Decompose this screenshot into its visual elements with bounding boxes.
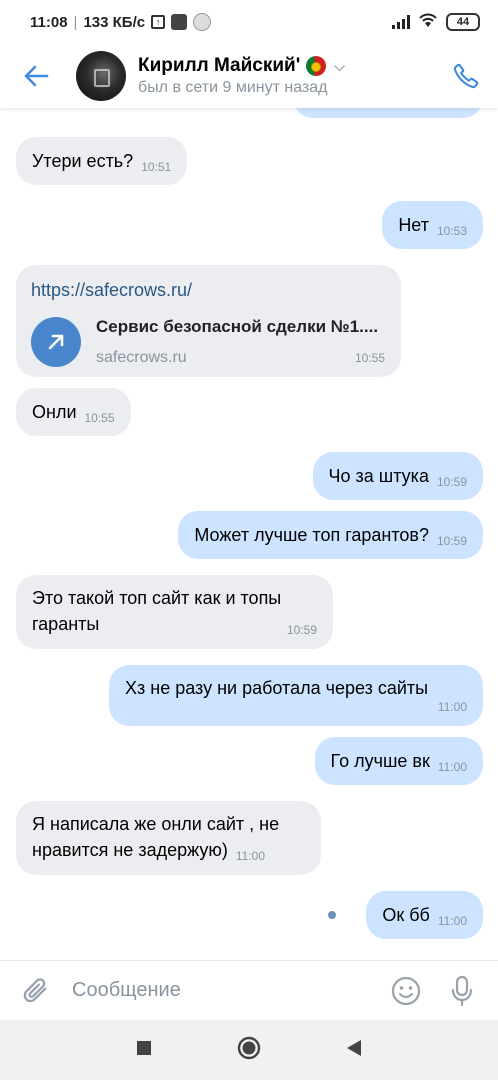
contact-name: Кирилл Майский' [138, 55, 301, 76]
triangle-back-icon [347, 1039, 361, 1056]
sticker-button[interactable] [378, 976, 434, 1006]
message-bubble-outgoing[interactable]: Хз не разу ни работала через сайты 11:00 [109, 665, 483, 726]
message-bubble-outgoing[interactable]: Ок бб 11:00 [366, 891, 483, 939]
chevron-down-icon[interactable]: ⌵ [334, 58, 345, 75]
upload-notification-icon: ↑ [151, 15, 166, 29]
attach-button[interactable] [0, 976, 72, 1006]
message-link[interactable]: https://safecrows.ru/ [31, 277, 385, 303]
battery-level: 44 [456, 16, 470, 28]
contact-status: был в сети 9 минут назад [138, 79, 328, 96]
link-preview-domain: safecrows.ru [96, 348, 187, 366]
smile-icon [391, 976, 421, 1005]
system-navigation-bar [0, 1020, 498, 1080]
message-text: Утери есть? [32, 151, 134, 171]
chat-header: Кирилл Майский' ⌵ был в сети 9 минут наз… [0, 44, 498, 108]
circle-icon [237, 1036, 261, 1059]
status-time: 11:08 [30, 13, 68, 31]
square-icon [137, 1040, 151, 1055]
link-message-bubble[interactable]: https://safecrows.ru/ Сервис безопасной … [16, 265, 401, 377]
message-list[interactable]: Утери есть? 10:51 Нет 10:53 https://safecr… [0, 108, 498, 960]
status-bar: 11:08 | 133 КБ/с ↑ 44 [0, 0, 498, 44]
message-bubble-outgoing[interactable]: Может лучше топ гарантов? 10:59 [178, 511, 483, 559]
message-bubble-incoming[interactable]: Онли 10:55 [16, 388, 131, 436]
message-composer [0, 960, 498, 1020]
link-preview-title: Сервис безопасной сделки №1.... [96, 317, 379, 337]
message-text: Онли [32, 402, 77, 422]
paperclip-icon [23, 977, 47, 1002]
message-text: Ок бб [382, 905, 430, 925]
message-time: 10:59 [286, 622, 317, 637]
message-time: 11:00 [437, 914, 467, 928]
link-preview-card[interactable]: Сервис безопасной сделки №1.... safecrow… [31, 315, 385, 369]
message-input[interactable] [72, 979, 378, 1002]
message-bubble-incoming[interactable]: Утери есть? 10:51 [16, 137, 188, 185]
signal-icon [392, 15, 410, 29]
message-text: Хз не разу ни работала через сайты [125, 678, 429, 698]
wifi-icon [418, 12, 438, 32]
message-time: 10:51 [141, 160, 172, 174]
contact-info[interactable]: Кирилл Майский' ⌵ был в сети 9 минут наз… [138, 55, 345, 97]
message-time: 11:00 [235, 849, 265, 864]
message-time: 10:55 [354, 350, 385, 365]
message-time: 11:00 [437, 699, 467, 714]
message-time: 10:59 [436, 475, 467, 489]
contact-avatar[interactable] [76, 51, 126, 101]
recents-button[interactable] [136, 1040, 152, 1061]
call-button[interactable] [434, 44, 498, 108]
arrow-left-icon [24, 65, 49, 87]
message-text: Может лучше топ гарантов? [194, 525, 429, 545]
message-bubble-outgoing[interactable]: Го лучше вк 11:00 [314, 737, 483, 785]
portugal-flag-icon [306, 56, 327, 76]
microphone-icon [451, 975, 473, 1006]
external-link-icon [31, 317, 81, 367]
message-time: 10:53 [436, 224, 467, 238]
message-time: 11:00 [437, 760, 467, 774]
unread-indicator-icon [328, 911, 336, 919]
message-text: Это такой топ сайт как и топы гаранты [32, 588, 282, 635]
message-bubble-incoming[interactable]: Это такой топ сайт как и топы гаранты 10… [16, 575, 333, 649]
home-button[interactable] [237, 1036, 261, 1065]
message-bubble-outgoing[interactable]: Чо за штука 10:59 [312, 452, 483, 500]
battery-icon: 44 [446, 13, 480, 31]
back-button[interactable] [0, 44, 72, 108]
message-bubble-partial [293, 108, 483, 118]
avatar-notification-icon [193, 13, 212, 31]
voice-message-button[interactable] [434, 975, 490, 1007]
network-speed: 133 КБ/с [83, 13, 146, 31]
message-text: Нет [398, 215, 429, 235]
message-time: 10:59 [436, 534, 467, 548]
message-text: Чо за штука [328, 466, 429, 486]
message-time: 10:55 [84, 411, 115, 425]
message-text: Го лучше вк [330, 751, 430, 771]
phone-icon [453, 63, 479, 89]
message-bubble-incoming[interactable]: Я написала же онли сайт , не нравится не… [16, 801, 321, 875]
message-bubble-outgoing[interactable]: Нет 10:53 [382, 201, 483, 249]
back-nav-button[interactable] [346, 1039, 362, 1062]
app-notification-icon [171, 14, 188, 30]
